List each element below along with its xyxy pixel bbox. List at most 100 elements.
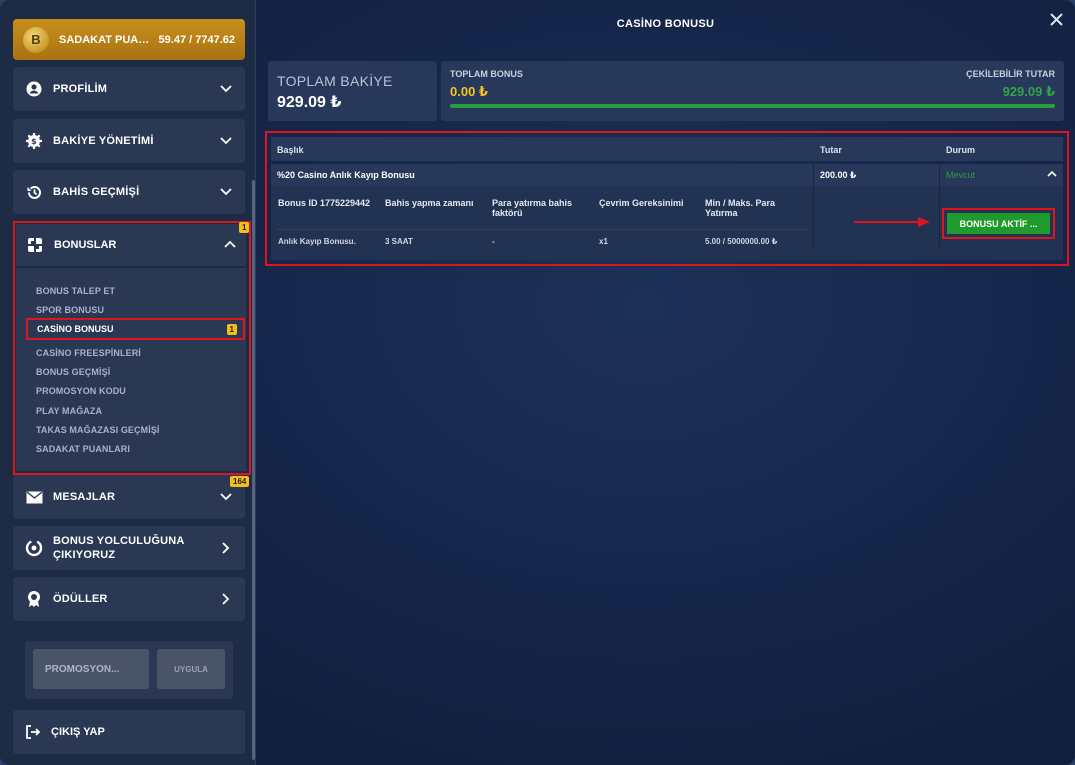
detail-value-rollover: x1 bbox=[599, 237, 608, 246]
header-status: Durum bbox=[946, 145, 975, 155]
award-medal-icon bbox=[25, 590, 43, 608]
sidebar-item-balance[interactable]: $ BAKİYE YÖNETİMİ bbox=[13, 119, 245, 163]
table-row[interactable]: %20 Casino Anlık Kayıp Bonusu 200.00 ₺ M… bbox=[271, 164, 1063, 186]
loyalty-points-bar[interactable]: B SADAKAT PUANLARI 59.47 / 7747.62 bbox=[13, 19, 245, 60]
chevron-up-icon bbox=[224, 239, 236, 251]
modal-title: CASİNO BONUSU bbox=[616, 18, 715, 30]
coin-icon: B bbox=[23, 26, 49, 53]
chevron-right-icon bbox=[219, 592, 233, 606]
chevron-down-icon bbox=[219, 134, 233, 148]
sidebar: B SADAKAT PUANLARI 59.47 / 7747.62 PROFİ… bbox=[0, 0, 256, 765]
modal: B SADAKAT PUANLARI 59.47 / 7747.62 PROFİ… bbox=[0, 0, 1075, 765]
detail-header-bonus-id: Bonus ID 1775229442 bbox=[278, 198, 371, 208]
activate-bonus-button[interactable]: BONUSU AKTİF ... bbox=[947, 213, 1050, 234]
header-title: Başlık bbox=[277, 145, 304, 155]
sidebar-item-label: BAHİS GEÇMİŞİ bbox=[53, 186, 140, 198]
activate-bonus-highlight: BONUSU AKTİF ... bbox=[942, 208, 1055, 239]
detail-header-bet-time: Bahis yapma zamanı bbox=[385, 198, 474, 208]
column-divider bbox=[939, 186, 940, 250]
sidebar-item-bonus-journey[interactable]: BONUS YOLCULUĞUNA ÇIKIYORUZ bbox=[13, 526, 245, 570]
chevron-right-icon bbox=[219, 541, 233, 555]
table-header: Başlık Tutar Durum bbox=[271, 137, 1063, 161]
sidebar-item-label: BAKİYE YÖNETİMİ bbox=[53, 135, 154, 147]
bonus-detail-grid: Bonus ID 1775229442 Bahis yapma zamanı P… bbox=[271, 186, 809, 260]
withdrawable-label: ÇEKİLEBİLİR TUTAR bbox=[966, 69, 1055, 79]
detail-value-bonus-type: Anlık Kayıp Bonusu. bbox=[278, 237, 356, 246]
close-icon[interactable] bbox=[1046, 9, 1066, 29]
loyalty-label: SADAKAT PUANLARI bbox=[59, 33, 151, 46]
sidebar-group-bonuses: BONUSLAR 1 BONUS TALEP ET SPOR BONUSU CA… bbox=[13, 221, 251, 475]
submenu-item-play-store[interactable]: PLAY MAĞAZA bbox=[36, 406, 102, 416]
loyalty-value: 59.47 / 7747.62 bbox=[158, 33, 235, 46]
chevron-down-icon bbox=[219, 185, 233, 199]
total-balance-value: 929.09 ₺ bbox=[277, 94, 342, 111]
submenu-item-sport-bonus[interactable]: SPOR BONUSU bbox=[36, 305, 104, 315]
submenu-item-casino-bonus[interactable]: CASİNO BONUSU 1 bbox=[26, 318, 245, 340]
bonuses-count-badge: 1 bbox=[239, 222, 250, 233]
detail-value-bet-time: 3 SAAT bbox=[385, 237, 413, 246]
envelope-icon bbox=[25, 488, 43, 506]
row-title: %20 Casino Anlık Kayıp Bonusu bbox=[277, 170, 415, 180]
detail-value-min-max-deposit: 5.00 / 5000000.00 ₺ bbox=[705, 237, 778, 246]
sidebar-item-bonuses[interactable]: BONUSLAR bbox=[16, 224, 246, 266]
sidebar-scrollbar[interactable] bbox=[252, 180, 255, 760]
bonus-table: Başlık Tutar Durum %20 Casino Anlık Kayı… bbox=[265, 131, 1069, 266]
logout-button[interactable]: ÇIKIŞ YAP bbox=[13, 710, 245, 754]
gift-box-icon bbox=[26, 236, 44, 254]
sidebar-item-messages[interactable]: MESAJLAR bbox=[13, 475, 245, 519]
withdrawable-progress-bar bbox=[450, 104, 1055, 108]
sidebar-item-bet-history[interactable]: BAHİS GEÇMİŞİ bbox=[13, 170, 245, 214]
sidebar-item-label: ÖDÜLLER bbox=[53, 593, 108, 605]
casino-bonus-count-badge: 1 bbox=[226, 323, 237, 335]
money-gear-icon: $ bbox=[25, 132, 43, 150]
sidebar-item-profile[interactable]: PROFİLİM bbox=[13, 67, 245, 111]
header-amount: Tutar bbox=[820, 145, 842, 155]
detail-value-deposit-factor: - bbox=[492, 237, 495, 246]
sidebar-item-label: BONUS YOLCULUĞUNA ÇIKIYORUZ bbox=[53, 534, 185, 562]
row-amount: 200.00 ₺ bbox=[820, 170, 857, 180]
submenu-item-request-bonus[interactable]: BONUS TALEP ET bbox=[36, 286, 115, 296]
withdrawable-value: 929.09 ₺ bbox=[1002, 84, 1055, 99]
sidebar-item-label: PROFİLİM bbox=[53, 83, 108, 95]
progress-fill bbox=[450, 104, 1055, 108]
total-balance-card: TOPLAM BAKİYE 929.09 ₺ bbox=[268, 61, 437, 121]
total-balance-label: TOPLAM BAKİYE bbox=[277, 73, 393, 89]
logout-label: ÇIKIŞ YAP bbox=[51, 726, 105, 738]
column-divider bbox=[813, 164, 814, 186]
submenu-item-bonus-history[interactable]: BONUS GEÇMİŞİ bbox=[36, 367, 110, 377]
column-divider bbox=[813, 186, 814, 250]
journey-icon bbox=[25, 539, 43, 557]
journey-label-line2: ÇIKIYORUZ bbox=[53, 549, 116, 561]
promo-code-input[interactable] bbox=[33, 649, 149, 689]
column-divider bbox=[939, 164, 940, 186]
chevron-down-icon bbox=[219, 82, 233, 96]
row-status: Mevcut bbox=[946, 170, 976, 180]
sidebar-item-rewards[interactable]: ÖDÜLLER bbox=[13, 577, 245, 621]
apply-promo-button[interactable]: UYGULA bbox=[157, 649, 225, 689]
bonuses-submenu: BONUS TALEP ET SPOR BONUSU CASİNO BONUSU… bbox=[16, 268, 246, 471]
detail-divider bbox=[277, 229, 807, 230]
history-icon bbox=[25, 183, 43, 201]
sidebar-item-label: MESAJLAR bbox=[53, 491, 116, 503]
submenu-item-casino-freespins[interactable]: CASİNO FREESPİNLERİ bbox=[36, 348, 141, 358]
submenu-item-loyalty-points[interactable]: SADAKAT PUANLARI bbox=[36, 444, 130, 454]
sidebar-item-label: BONUSLAR bbox=[54, 239, 117, 251]
user-icon bbox=[25, 80, 43, 98]
messages-count-badge: 164 bbox=[230, 476, 250, 487]
submenu-item-exchange-history[interactable]: TAKAS MAĞAZASI GEÇMİŞİ bbox=[36, 425, 160, 435]
detail-header-rollover: Çevrim Gereksinimi bbox=[599, 198, 684, 208]
detail-header-min-max-deposit: Min / Maks. Para Yatırma bbox=[705, 198, 776, 218]
journey-label-line1: BONUS YOLCULUĞUNA bbox=[53, 535, 185, 547]
promo-code-box: UYGULA bbox=[25, 641, 233, 699]
submenu-item-label: CASİNO BONUSU bbox=[37, 324, 114, 334]
total-bonus-label: TOPLAM BONUS bbox=[450, 69, 523, 79]
arrow-right-icon bbox=[854, 217, 930, 227]
total-bonus-value: 0.00 ₺ bbox=[450, 84, 488, 99]
logout-icon bbox=[25, 724, 41, 740]
detail-header-deposit-factor: Para yatırma bahis faktörü bbox=[492, 198, 573, 218]
submenu-item-promo-code[interactable]: PROMOSYON KODU bbox=[36, 386, 126, 396]
chevron-up-icon[interactable] bbox=[1047, 169, 1057, 179]
svg-text:$: $ bbox=[31, 137, 37, 146]
chevron-down-icon bbox=[219, 490, 233, 504]
bonus-progress-card: TOPLAM BONUS 0.00 ₺ ÇEKİLEBİLİR TUTAR 92… bbox=[441, 61, 1064, 121]
